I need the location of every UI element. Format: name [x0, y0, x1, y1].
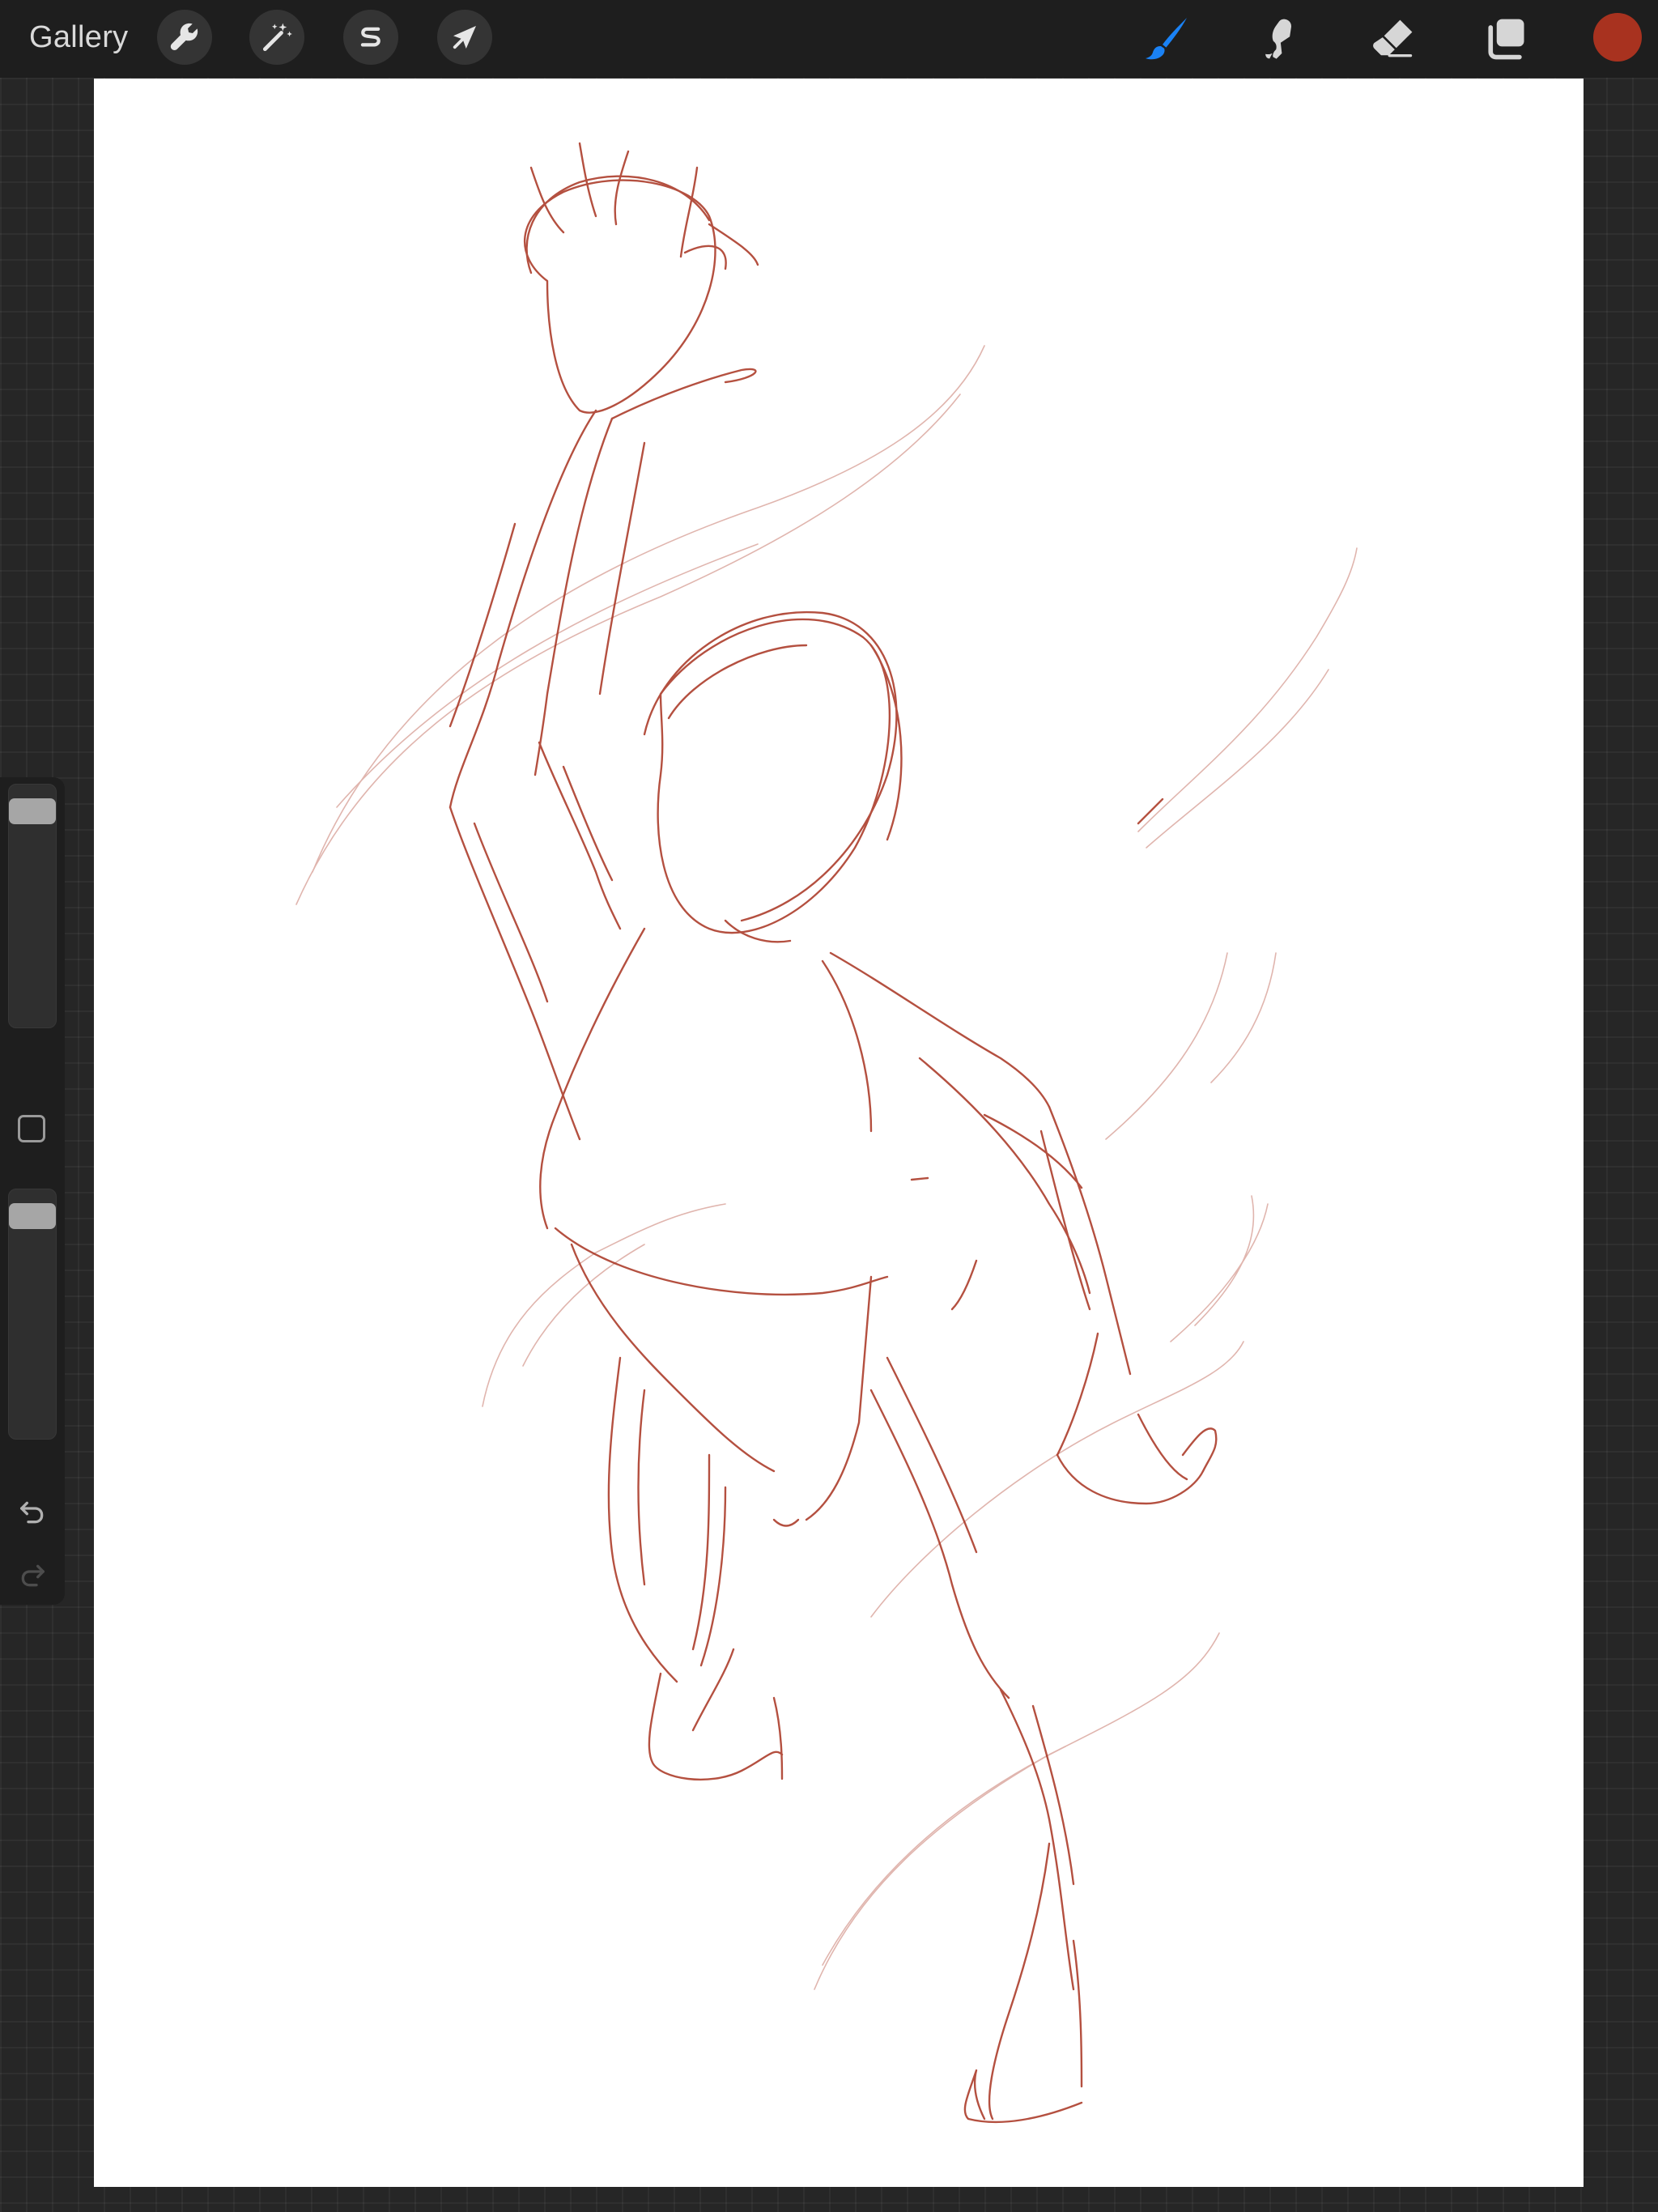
smudge-icon	[1265, 19, 1292, 59]
smudge-tool-button[interactable]	[1247, 6, 1312, 71]
brush-tool-button[interactable]	[1133, 6, 1198, 71]
actions-button[interactable]	[157, 10, 212, 65]
undo-arrow-icon	[20, 1501, 44, 1524]
magic-wand-icon	[262, 23, 292, 52]
current-color-swatch[interactable]	[1593, 13, 1642, 62]
gallery-button[interactable]: Gallery	[29, 15, 128, 60]
brush-opacity-thumb[interactable]	[9, 1203, 56, 1230]
brush-icon	[1146, 18, 1187, 60]
redo-button[interactable]	[16, 1559, 49, 1592]
cursor-arrow-icon	[453, 26, 476, 49]
modify-button[interactable]	[18, 1115, 45, 1142]
wrench-icon	[170, 23, 198, 51]
undo-button[interactable]	[16, 1496, 49, 1529]
layers-button[interactable]	[1473, 6, 1538, 71]
brush-opacity-slider[interactable]	[8, 1189, 57, 1440]
drawing-canvas[interactable]	[94, 79, 1584, 2187]
figure-sketch	[295, 142, 1358, 2124]
eraser-tool-button[interactable]	[1360, 6, 1425, 71]
top-toolbar: Gallery	[0, 0, 1658, 78]
redo-arrow-icon	[21, 1564, 45, 1587]
left-sidebar	[0, 777, 65, 1605]
brush-size-thumb[interactable]	[9, 798, 56, 824]
selection-button[interactable]	[343, 10, 398, 65]
layers-icon	[1488, 19, 1524, 60]
selection-s-icon	[360, 27, 380, 47]
transform-button[interactable]	[437, 10, 492, 65]
eraser-icon	[1373, 19, 1413, 57]
brush-size-slider[interactable]	[8, 784, 57, 1028]
adjustments-button[interactable]	[249, 10, 304, 65]
